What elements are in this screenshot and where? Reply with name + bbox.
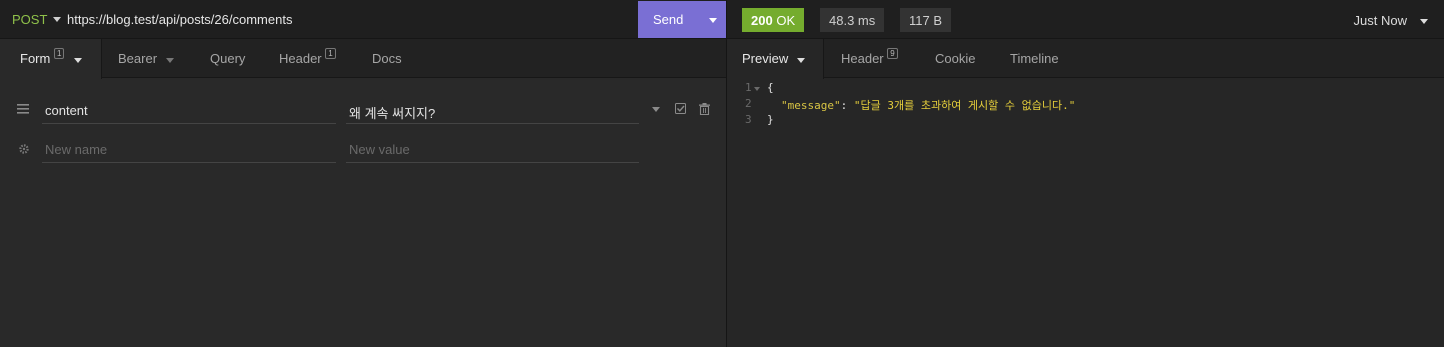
json-key: "message" <box>781 99 841 112</box>
tab-badge: 1 <box>53 48 65 59</box>
send-button[interactable]: Send <box>638 1 726 38</box>
drag-handle-icon[interactable] <box>17 103 30 115</box>
request-pane: POST https://blog.test/api/posts/26/comm… <box>0 0 727 347</box>
response-pane: 200 OK 48.3 ms 117 B Just Now Preview He… <box>727 0 1444 347</box>
tab-header[interactable]: Header 1 <box>264 39 354 78</box>
tab-label: Cookie <box>935 51 976 66</box>
gear-icon[interactable] <box>18 143 30 155</box>
param-value-input[interactable]: 왜 계속 써지지? <box>346 96 639 124</box>
response-size-badge: 117 B <box>900 8 952 32</box>
line-number: 1 <box>745 81 752 94</box>
tab-label: Timeline <box>1010 51 1059 66</box>
fold-toggle-icon[interactable] <box>754 87 760 91</box>
tab-query[interactable]: Query <box>190 39 264 78</box>
new-value-input[interactable]: New value <box>346 135 639 163</box>
chevron-down-icon[interactable] <box>53 17 61 22</box>
tab-label: Bearer <box>118 51 158 66</box>
code-line: { <box>767 81 774 94</box>
tab-label: Docs <box>372 51 402 66</box>
response-tabs: Preview Header 9 Cookie Timeline <box>727 39 1444 79</box>
tab-label: Query <box>210 51 246 66</box>
chevron-down-icon[interactable] <box>709 18 717 23</box>
tab-label: Header <box>279 51 322 66</box>
form-row: content 왜 계속 써지지? <box>0 92 727 128</box>
param-name-input[interactable]: content <box>42 96 336 124</box>
new-name-input[interactable]: New name <box>42 135 336 163</box>
send-button-label: Send <box>653 12 684 27</box>
chevron-down-icon[interactable] <box>166 58 174 63</box>
json-string: "답글 3개를 초과하여 게시할 수 없습니다." <box>853 99 1076 112</box>
tab-bearer[interactable]: Bearer <box>103 39 189 78</box>
tab-timeline[interactable]: Timeline <box>991 39 1071 78</box>
tab-response-header[interactable]: Header 9 <box>825 39 917 78</box>
chevron-down-icon[interactable] <box>652 107 660 112</box>
response-status-bar: 200 OK 48.3 ms 117 B Just Now <box>727 0 1444 39</box>
history-dropdown[interactable]: Just Now <box>1354 13 1407 28</box>
tab-form[interactable]: Form 1 <box>0 39 102 79</box>
tab-badge: 1 <box>325 48 336 59</box>
code-line: } <box>767 113 774 126</box>
tab-label: Header <box>841 51 884 66</box>
tab-preview[interactable]: Preview <box>727 39 824 79</box>
status-badge: 200 OK <box>742 8 805 32</box>
method-selector[interactable]: POST <box>12 12 47 27</box>
chevron-down-icon[interactable] <box>1420 19 1428 24</box>
chevron-down-icon[interactable] <box>74 58 82 63</box>
url-input[interactable]: https://blog.test/api/posts/26/comments <box>67 12 292 27</box>
tab-cookie[interactable]: Cookie <box>917 39 989 78</box>
checkbox-icon[interactable] <box>675 103 687 115</box>
trash-icon[interactable] <box>699 103 710 115</box>
tab-label: Preview <box>742 51 789 66</box>
url-bar: POST https://blog.test/api/posts/26/comm… <box>0 0 727 39</box>
tab-label: Form <box>20 51 51 66</box>
new-param-row: New name New value <box>0 130 727 166</box>
line-number: 2 <box>745 97 752 110</box>
line-number: 3 <box>745 113 752 126</box>
tab-docs[interactable]: Docs <box>355 39 425 78</box>
tab-badge: 9 <box>887 48 898 59</box>
response-time-badge: 48.3 ms <box>820 8 885 32</box>
chevron-down-icon[interactable] <box>797 58 805 63</box>
code-line: "message": "답글 3개를 초과하여 게시할 수 없습니다." <box>781 99 1076 112</box>
request-tabs: Form 1 Bearer Query Header 1 Docs <box>0 39 727 79</box>
